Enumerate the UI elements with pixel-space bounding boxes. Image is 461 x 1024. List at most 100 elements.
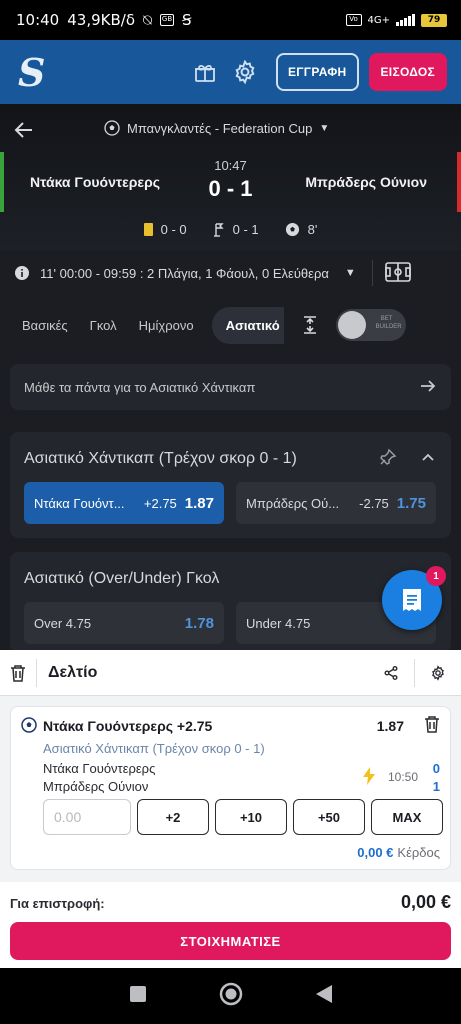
stake-row: 0.00 +2 +10 +50 MAX — [43, 799, 443, 835]
return-label: Για επιστροφή: — [10, 896, 105, 911]
outcome-name: Μπράδερς Ού... — [246, 495, 340, 511]
register-button[interactable]: ΕΓΓΡΑΦΗ — [275, 53, 359, 91]
info-icon — [15, 266, 29, 280]
selection-name: Ντάκα Γουόντερερς +2.75 — [43, 718, 213, 734]
field-view-icon[interactable] — [384, 261, 411, 285]
match-header: Μπανγκλαντές - Federation Cup ▼ Ντάκα Γο… — [0, 104, 461, 250]
mute-icon: ⍉ — [143, 11, 153, 29]
back-icon[interactable] — [315, 984, 333, 1009]
network-speed: 43,9KB/δ — [67, 11, 135, 29]
soccer-ball-icon — [285, 222, 299, 237]
potential-win-amount: 0,00 € — [357, 845, 394, 860]
battery-icon: 79 — [421, 13, 447, 27]
collapse-icon[interactable] — [300, 315, 320, 335]
app-notification-icon: Ꞩ — [182, 11, 192, 29]
league-selector[interactable]: Μπανγκλαντές - Federation Cup ▼ — [104, 120, 329, 136]
bet-selection-card: Ντάκα Γουόντερερς +2.75 1.87 Ασιατικό Χά… — [10, 706, 451, 870]
outcome-line: +2.75 — [143, 495, 177, 511]
divider — [36, 658, 37, 687]
potential-win-label: Κέρδος — [397, 845, 440, 860]
away-team-name: Μπράδερς Ούνιον — [43, 779, 149, 794]
yellow-card-icon — [143, 223, 153, 236]
away-team-name: Μπράδερς Ούνιον — [305, 174, 427, 190]
tab-goals[interactable]: Γκολ — [90, 318, 117, 333]
learn-banner-text: Μάθε τα πάντα για το Ασιατικό Χάντικαπ — [24, 379, 256, 395]
trash-icon[interactable] — [424, 715, 440, 738]
bet-builder-toggle[interactable]: BET BUILDER — [335, 309, 406, 341]
betslip-title: Δελτίο — [48, 663, 98, 681]
market-card: Ασιατικό Χάντικαπ (Τρέχον σκορ 0 - 1) Ντ… — [10, 432, 451, 538]
market-title: Ασιατικό (Over/Under) Γκολ — [24, 570, 220, 587]
brand-logo[interactable]: S — [18, 50, 58, 95]
home-icon[interactable] — [219, 982, 243, 1011]
market-tabs: Βασικές Γκολ Ημίχρονο Ασιατικό BET BUILD… — [0, 306, 461, 344]
outcome-price: 1.75 — [396, 494, 426, 512]
system-nav-bar — [0, 968, 461, 1024]
outcome-price: 1.87 — [184, 494, 214, 512]
status-bar: 10:40 43,9KB/δ ⍉ GB Ꞩ Vo 4G+ 79 — [0, 0, 461, 40]
outcome-name: Under 4.75 — [246, 615, 311, 631]
tab-halftime[interactable]: Ημίχρονο — [139, 318, 194, 333]
odds-button[interactable]: Ντάκα Γουόντ... +2.75 1.87 — [24, 482, 224, 524]
trash-icon[interactable] — [0, 664, 36, 682]
recents-icon[interactable] — [129, 985, 147, 1008]
potential-win: 0,00 € Κέρδος — [357, 845, 440, 860]
away-score: 1 — [432, 779, 440, 794]
match-minute: 8' — [307, 222, 318, 237]
chevron-down-icon[interactable]: ▼ — [345, 267, 356, 279]
betslip-sheet: Δελτίο Ντάκα Γουόντερερς +2.75 1.87 Ασια… — [0, 650, 461, 968]
toggle-knob — [337, 311, 366, 339]
max-stake-button[interactable]: MAX — [371, 799, 443, 835]
gear-icon[interactable] — [415, 664, 461, 681]
quick-stake-button[interactable]: +10 — [215, 799, 287, 835]
receipt-icon — [403, 589, 421, 611]
chevron-down-icon: ▼ — [319, 122, 330, 134]
bet-builder-label: BET BUILDER — [375, 316, 402, 330]
chevron-up-icon[interactable] — [421, 450, 435, 469]
outcome-name: Over 4.75 — [34, 615, 92, 631]
match-info-row[interactable]: 11' 00:00 - 09:59 : 2 Πλάγια, 1 Φάουλ, 0… — [0, 256, 461, 290]
notification-icon: GB — [160, 14, 175, 26]
lightning-icon — [362, 767, 376, 790]
return-amount: 0,00 € — [400, 892, 451, 912]
match-time: 10:47 — [214, 158, 247, 173]
home-score: 0 — [432, 761, 440, 776]
login-button[interactable]: ΕΙΣΟΔΟΣ — [368, 53, 447, 91]
corners-stat: 0 - 1 — [232, 222, 259, 237]
share-icon[interactable] — [368, 665, 414, 680]
gift-icon[interactable] — [190, 57, 220, 87]
outcome-name: Ντάκα Γουόντ... — [34, 495, 125, 511]
outcome-price: 1.78 — [184, 614, 214, 632]
betslip-header: Δελτίο — [0, 650, 461, 696]
tab-asian[interactable]: Ασιατικό — [211, 306, 284, 344]
network-type: 4G+ — [367, 14, 391, 26]
league-name: Μπανγκλαντές - Federation Cup — [127, 120, 313, 136]
signal-icon — [396, 14, 415, 26]
pin-icon[interactable] — [379, 448, 397, 471]
outcome-line: -2.75 — [359, 495, 389, 511]
return-panel: Για επιστροφή: 0,00 € ΣΤΟΙΧΗΜΑΤΙΣΕ — [0, 882, 461, 968]
tab-basic[interactable]: Βασικές — [22, 318, 68, 333]
arrow-right-icon — [419, 377, 437, 398]
cards-stat: 0 - 0 — [160, 222, 187, 237]
selection-market: Ασιατικό Χάντικαπ (Τρέχον σκορ 0 - 1) — [43, 741, 265, 756]
home-team-name: Ντάκα Γουόντερερς — [43, 761, 156, 776]
gear-icon[interactable] — [230, 57, 260, 87]
volte-icon: Vo — [345, 14, 362, 26]
divider — [371, 260, 373, 286]
odds-button[interactable]: Μπράδερς Ού... -2.75 1.75 — [236, 482, 436, 524]
match-time: 10:50 — [387, 770, 418, 784]
place-bet-button[interactable]: ΣΤΟΙΧΗΜΑΤΙΣΕ — [10, 922, 451, 960]
quick-stake-button[interactable]: +2 — [137, 799, 209, 835]
betslip-count-badge: 1 — [426, 566, 446, 586]
match-info-text: 11' 00:00 - 09:59 : 2 Πλάγια, 1 Φάουλ, 0… — [40, 265, 329, 281]
learn-banner[interactable]: Μάθε τα πάντα για το Ασιατικό Χάντικαπ — [10, 364, 451, 410]
clock: 10:40 — [16, 11, 60, 29]
match-stats: 0 - 0 0 - 1 8' — [0, 222, 461, 237]
stake-input[interactable]: 0.00 — [43, 799, 131, 835]
back-arrow-icon[interactable] — [12, 118, 36, 142]
soccer-ball-icon — [21, 717, 37, 738]
quick-stake-button[interactable]: +50 — [293, 799, 365, 835]
market-title: Ασιατικό Χάντικαπ (Τρέχον σκορ 0 - 1) — [24, 450, 297, 467]
odds-button[interactable]: Over 4.75 1.78 — [24, 602, 224, 644]
